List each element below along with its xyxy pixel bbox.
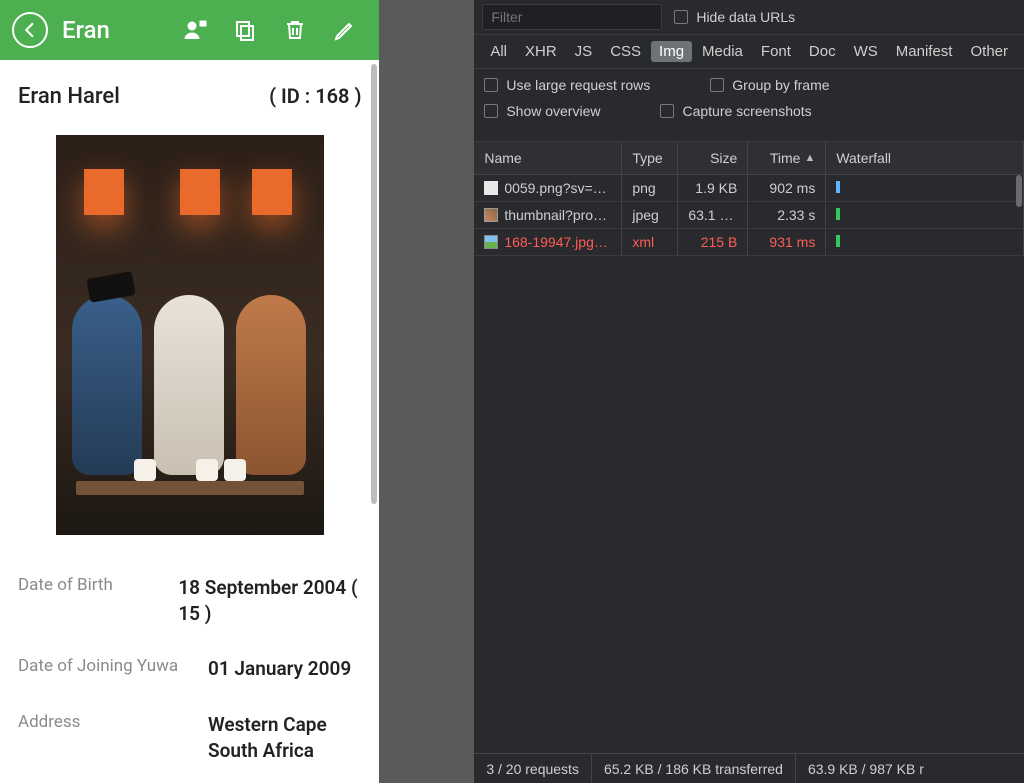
col-waterfall[interactable]: Waterfall — [826, 142, 1024, 174]
show-overview-checkbox[interactable]: Show overview — [484, 103, 600, 119]
type-tab-img[interactable]: Img — [651, 41, 692, 62]
type-tab-font[interactable]: Font — [753, 41, 799, 62]
file-icon — [484, 235, 498, 249]
back-button[interactable] — [12, 12, 48, 48]
col-time[interactable]: Time▲ — [748, 142, 826, 174]
type-tab-all[interactable]: All — [482, 41, 515, 62]
type-tab-doc[interactable]: Doc — [801, 41, 844, 62]
show-overview-label: Show overview — [506, 103, 600, 119]
network-rows: 0059.png?sv=…png1.9 KB902 msthumbnail?pr… — [474, 175, 1024, 753]
address-line2: South Africa — [208, 738, 327, 764]
capture-screenshots-checkbox[interactable]: Capture screenshots — [660, 103, 811, 119]
arrow-left-icon — [21, 21, 39, 39]
app-header: Eran — [0, 0, 379, 60]
type-tab-ws[interactable]: WS — [846, 41, 886, 62]
dob-value: 18 September 2004 ( 15 ) — [178, 575, 361, 626]
scrollbar[interactable] — [371, 64, 377, 504]
request-time: 902 ms — [748, 175, 826, 201]
col-name[interactable]: Name — [474, 142, 622, 174]
table-row[interactable]: thumbnail?pro… jpeg63.1 KB2.33 s — [474, 202, 1024, 229]
filter-input[interactable] — [482, 4, 662, 30]
delete-button[interactable] — [273, 8, 317, 52]
request-time: 2.33 s — [748, 202, 826, 228]
trash-icon — [283, 18, 307, 42]
request-size: 63.1 KB — [678, 202, 748, 228]
checkbox-icon — [484, 78, 498, 92]
type-tab-media[interactable]: Media — [694, 41, 751, 62]
checkbox-icon — [674, 10, 688, 24]
table-row[interactable]: 168-19947.jpg… xml215 B931 ms — [474, 229, 1024, 256]
header-title: Eran — [62, 16, 110, 44]
request-waterfall — [826, 202, 1024, 228]
profile-photo[interactable] — [56, 135, 324, 535]
request-waterfall — [826, 229, 1024, 255]
copy-icon — [233, 18, 257, 42]
capture-screenshots-label: Capture screenshots — [682, 103, 811, 119]
request-type: xml — [622, 229, 678, 255]
file-icon — [484, 181, 498, 195]
profile-body: Eran Harel ( ID : 168 ) Date of Birth 18… — [0, 60, 379, 783]
dob-label: Date of Birth — [18, 575, 178, 595]
file-icon — [484, 208, 498, 222]
checkbox-icon — [484, 104, 498, 118]
type-tab-css[interactable]: CSS — [602, 41, 649, 62]
request-time: 931 ms — [748, 229, 826, 255]
status-bar: 3 / 20 requests 65.2 KB / 186 KB transfe… — [474, 753, 1024, 783]
group-by-frame-label: Group by frame — [732, 77, 829, 93]
type-tab-other[interactable]: Other — [962, 41, 1016, 62]
checkbox-icon — [660, 104, 674, 118]
type-tab-xhr[interactable]: XHR — [517, 41, 565, 62]
request-size: 215 B — [678, 229, 748, 255]
sort-asc-icon: ▲ — [804, 152, 815, 164]
request-waterfall — [826, 175, 1024, 201]
doj-value: 01 January 2009 — [208, 656, 351, 682]
col-type[interactable]: Type — [622, 142, 678, 174]
copy-button[interactable] — [223, 8, 267, 52]
status-transferred: 65.2 KB / 186 KB transferred — [592, 754, 796, 783]
use-large-rows-label: Use large request rows — [506, 77, 650, 93]
request-type-tabs: AllXHRJSCSSImgMediaFontDocWSManifestOthe… — [474, 35, 1024, 69]
use-large-rows-checkbox[interactable]: Use large request rows — [484, 77, 650, 93]
request-name: 168-19947.jpg… — [504, 234, 608, 250]
address-line1: Western Cape — [208, 712, 327, 738]
edit-button[interactable] — [323, 8, 367, 52]
person-name: Eran Harel — [18, 84, 120, 109]
request-size: 1.9 KB — [678, 175, 748, 201]
type-tab-js[interactable]: JS — [567, 41, 601, 62]
status-requests: 3 / 20 requests — [474, 754, 592, 783]
person-plus-icon — [183, 18, 207, 42]
group-by-frame-checkbox[interactable]: Group by frame — [710, 77, 829, 93]
request-name: thumbnail?pro… — [504, 207, 607, 223]
profile-app-panel: Eran Eran Harel ( ID : 168 ) — [0, 0, 379, 783]
doj-label: Date of Joining Yuwa — [18, 656, 208, 676]
request-name: 0059.png?sv=… — [504, 180, 606, 196]
status-resources: 63.9 KB / 987 KB r — [796, 754, 936, 783]
address-value: Western Cape South Africa — [208, 712, 327, 763]
checkbox-icon — [710, 78, 724, 92]
hide-data-urls-checkbox[interactable]: Hide data URLs — [674, 9, 795, 25]
hide-data-urls-label: Hide data URLs — [696, 9, 795, 25]
col-size[interactable]: Size — [678, 142, 748, 174]
window-gap — [379, 0, 474, 783]
table-row[interactable]: 0059.png?sv=… png1.9 KB902 ms — [474, 175, 1024, 202]
add-user-button[interactable] — [173, 8, 217, 52]
address-label: Address — [18, 712, 208, 732]
network-table-header: Name Type Size Time▲ Waterfall — [474, 142, 1024, 175]
devtools-panel: Hide data URLs AllXHRJSCSSImgMediaFontDo… — [474, 0, 1024, 783]
request-type: jpeg — [622, 202, 678, 228]
person-id: ( ID : 168 ) — [269, 84, 361, 108]
pencil-icon — [333, 18, 357, 42]
type-tab-manifest[interactable]: Manifest — [888, 41, 961, 62]
request-type: png — [622, 175, 678, 201]
